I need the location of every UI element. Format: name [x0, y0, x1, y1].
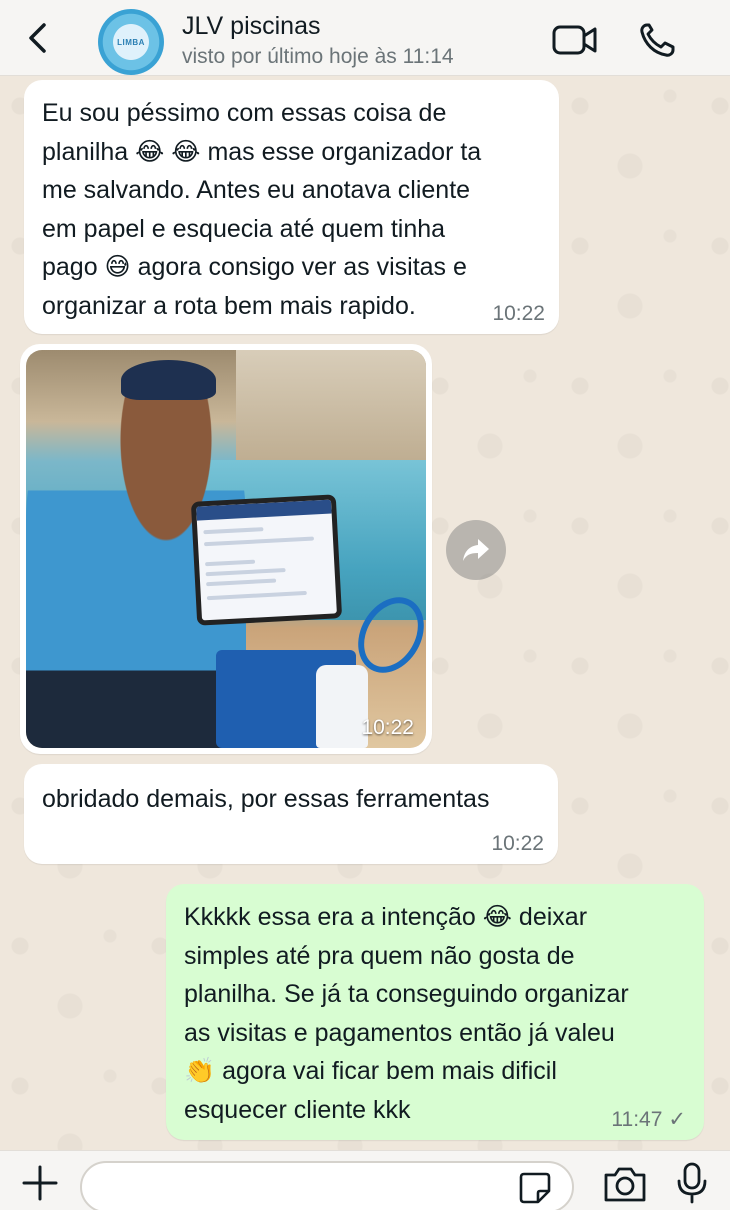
sticker-button[interactable] [518, 1171, 552, 1205]
message-line: em papel e esquecia até quem tinha [42, 214, 446, 243]
message-line: Kkkkk essa era a intenção 😂 deixar [184, 903, 588, 931]
message-timestamp: 11:47 [611, 1108, 663, 1131]
message-line: planilha. Se já ta conseguindo organizar [184, 980, 629, 1008]
message-line: obridado demais, por essas ferramentas [42, 785, 490, 813]
message-meta: 11:47 ✓ [611, 1107, 686, 1131]
tablet-screen-header [196, 499, 332, 521]
message-line: me salvando. Antes eu anotava cliente [42, 176, 471, 204]
incoming-image-bubble[interactable]: 10:22 [20, 344, 432, 754]
forward-button[interactable] [446, 520, 506, 580]
message-line: 👏 agora vai ficar bem mais dificil [184, 1057, 557, 1085]
avatar-logo-text: LIMBA [117, 37, 145, 47]
voice-call-button[interactable] [638, 22, 678, 58]
chevron-left-icon [29, 23, 46, 53]
contact-avatar[interactable]: LIMBA [98, 9, 164, 75]
back-button[interactable] [22, 22, 54, 54]
composer-bar [0, 1150, 730, 1210]
contact-name[interactable]: JLV piscinas [182, 12, 321, 41]
photo-tablet [190, 494, 343, 626]
message-line: pago 😅 agora consigo ver as visitas e [42, 253, 467, 281]
video-camera-icon [552, 25, 597, 55]
camera-button[interactable] [602, 1165, 648, 1205]
tablet-screen-row [206, 590, 307, 601]
microphone-icon [677, 1162, 707, 1204]
tablet-screen-row [203, 527, 264, 535]
photo-cap [121, 360, 216, 400]
incoming-message-bubble[interactable]: obridado demais, por essas ferramentas 1… [24, 764, 558, 864]
photo-wall [236, 350, 426, 460]
message-timestamp: 10:22 [492, 302, 545, 325]
sent-check-icon: ✓ [668, 1107, 686, 1131]
message-line: simples até pra quem não gosta de [184, 941, 575, 970]
voice-message-button[interactable] [674, 1161, 710, 1205]
message-line: as visitas e pagamentos então já valeu [184, 1018, 615, 1047]
plus-icon [22, 1165, 58, 1201]
tablet-screen-row [205, 568, 286, 577]
tablet-screen-row [203, 536, 315, 547]
shared-photo[interactable]: 10:22 [26, 350, 426, 748]
image-timestamp: 10:22 [361, 716, 414, 739]
camera-icon [604, 1167, 646, 1202]
message-line: organizar a rota bem mais rapido. [42, 291, 416, 320]
phone-icon [640, 23, 675, 57]
message-line: planilha 😂 😂 mas esse organizador ta [42, 137, 482, 166]
contact-last-seen: visto por último hoje às 11:14 [182, 45, 454, 68]
video-call-button[interactable] [552, 22, 598, 58]
outgoing-message-bubble[interactable]: Kkkkk essa era a intenção 😂 deixar simpl… [166, 884, 704, 1140]
attach-button[interactable] [20, 1163, 60, 1203]
message-line: Eu sou péssimo com essas coisa de [42, 99, 447, 127]
message-input[interactable] [80, 1161, 574, 1210]
photo-tablet-screen [196, 499, 337, 621]
sticker-icon [519, 1172, 551, 1204]
chat-header: LIMBA JLV piscinas visto por último hoje… [0, 0, 730, 76]
forward-arrow-icon [463, 539, 489, 561]
incoming-message-bubble[interactable]: Eu sou péssimo com essas coisa de planil… [24, 80, 559, 334]
tablet-screen-row [205, 559, 256, 567]
tablet-screen-row [206, 578, 277, 587]
message-timestamp: 10:22 [491, 832, 544, 855]
